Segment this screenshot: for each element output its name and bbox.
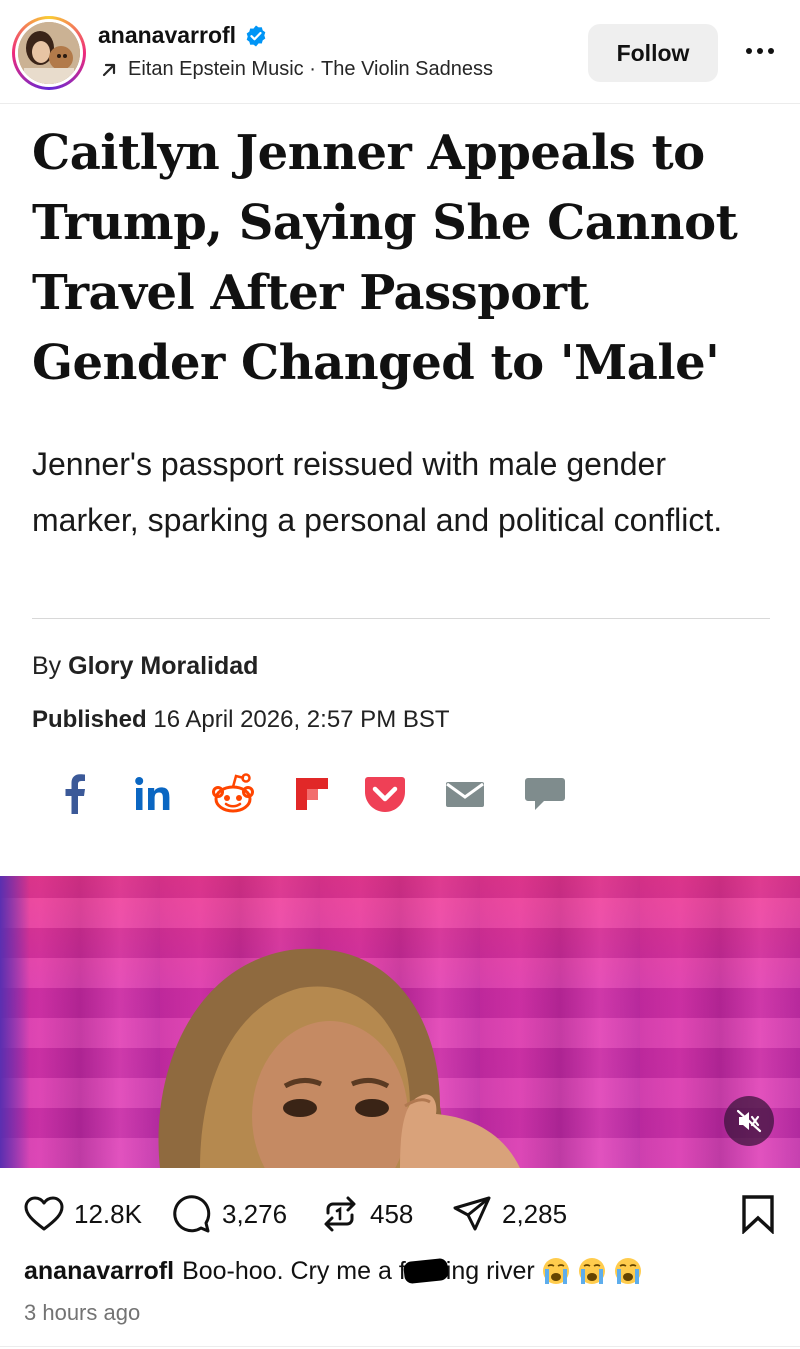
bookmark-icon — [742, 1195, 774, 1235]
headline-line: Trump, Saying She Cannot — [32, 195, 738, 251]
person-photo — [158, 948, 520, 1168]
linkedin-icon — [132, 768, 176, 820]
facebook-icon — [60, 768, 90, 820]
divider — [0, 1346, 800, 1347]
comment-icon — [522, 768, 568, 820]
speaker-muted-icon — [736, 1109, 762, 1133]
avatar-photo — [18, 22, 80, 84]
article-dek: Jenner's passport reissued with male gen… — [32, 446, 723, 538]
more-options-icon[interactable] — [740, 36, 780, 66]
comment-button[interactable]: 3,276 — [172, 1192, 287, 1236]
post-timestamp: 3 hours ago — [24, 1300, 141, 1325]
email-icon — [442, 768, 488, 820]
redaction-mark — [402, 1257, 449, 1285]
published-date: 16 April 2026, 2:57 PM BST — [153, 706, 450, 733]
audio-label: Eitan Epstein Music · The Violin Sadness — [128, 58, 494, 80]
headline-line: Travel After Passport — [32, 265, 589, 321]
comment-count: 3,276 — [222, 1198, 288, 1229]
post-username-row[interactable]: ananavarrofl — [98, 22, 268, 49]
arrow-up-right-icon — [102, 63, 116, 76]
headline-line: Caitlyn Jenner Appeals to — [32, 125, 705, 181]
comment-bubble-icon — [173, 1195, 211, 1233]
published-label: Published — [32, 706, 147, 733]
crying-face-emoji-icon — [578, 1258, 605, 1284]
repost-count: 458 — [370, 1198, 414, 1229]
mute-button[interactable] — [724, 1096, 774, 1146]
heart-icon — [24, 1196, 64, 1231]
byline: By Glory Moralidad — [32, 652, 258, 681]
crying-face-emoji-icon — [614, 1258, 641, 1284]
crying-face-emoji-icon — [542, 1258, 569, 1284]
action-bar: 12.8K 3,276 458 2,285 — [24, 1192, 784, 1236]
save-button[interactable] — [738, 1194, 778, 1235]
follow-button[interactable]: Follow — [588, 24, 718, 82]
article-headline: Caitlyn Jenner Appeals to Trump, Saying … — [32, 118, 772, 398]
send-icon — [453, 1196, 491, 1231]
like-button[interactable]: 12.8K — [24, 1192, 142, 1236]
caption-text-after: ing river — [445, 1256, 535, 1285]
repost-button[interactable]: 458 — [320, 1192, 413, 1236]
repost-icon — [324, 1196, 356, 1232]
post-caption: ananavarrofl Boo-hoo. Cry me a f ing riv… — [24, 1256, 643, 1286]
verified-badge-icon — [246, 25, 266, 46]
article-photo[interactable] — [0, 876, 800, 1168]
divider — [32, 618, 770, 619]
share-button[interactable]: 2,285 — [452, 1192, 567, 1236]
headline-line: Gender Changed to 'Male' — [32, 335, 720, 391]
post-header: ananavarrofl Eitan Epstein Music · The V… — [0, 0, 800, 104]
caption-username[interactable]: ananavarrofl — [24, 1257, 174, 1286]
caption-text-before: Boo-hoo. Cry me a f — [182, 1256, 406, 1285]
flipboard-icon — [290, 768, 334, 820]
avatar[interactable] — [12, 16, 86, 90]
author-name: Glory Moralidad — [68, 652, 259, 680]
like-count: 12.8K — [74, 1198, 142, 1229]
pocket-icon — [362, 768, 408, 820]
share-count: 2,285 — [502, 1198, 568, 1229]
reddit-icon — [208, 768, 258, 820]
published-line: Published 16 April 2026, 2:57 PM BST — [32, 706, 450, 734]
post-username[interactable]: ananavarrofl — [98, 22, 236, 49]
byline-prefix: By — [32, 652, 62, 680]
audio-attribution[interactable]: Eitan Epstein Music · The Violin Sadness — [100, 58, 493, 81]
